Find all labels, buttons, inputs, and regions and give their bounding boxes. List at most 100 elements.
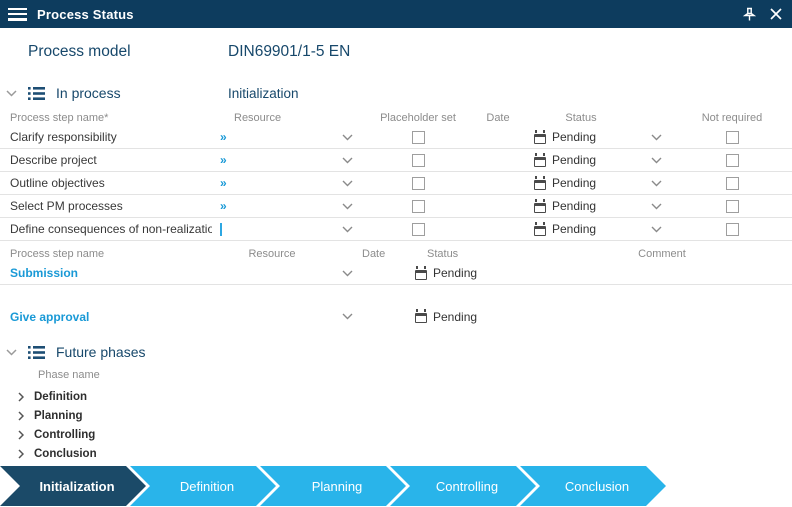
chevron-down-icon[interactable] xyxy=(6,348,18,356)
status-label: Pending xyxy=(552,153,597,167)
status-cell[interactable]: Pending xyxy=(522,129,640,144)
status-label: Pending xyxy=(433,309,478,324)
resource-link[interactable]: » xyxy=(220,199,227,213)
placeholder-set-checkbox[interactable] xyxy=(411,130,425,144)
status-cell[interactable]: Pending xyxy=(522,175,640,190)
chevron-down-icon[interactable] xyxy=(640,203,672,210)
resource-link[interactable]: » xyxy=(220,153,227,167)
col-status: Status xyxy=(427,248,459,260)
status-cell[interactable]: Pending xyxy=(522,221,640,236)
col-process-step-name: Process step name xyxy=(10,248,105,260)
table-row: Select PM processes » Pending xyxy=(0,195,792,218)
table-row: Describe project » Pending xyxy=(0,149,792,172)
phase-name-column-header: Phase name xyxy=(38,369,100,381)
status-cell[interactable]: Pending xyxy=(407,309,532,324)
chevron-down-icon[interactable] xyxy=(332,134,362,141)
col-placeholder-set: Placeholder set xyxy=(380,111,456,124)
placeholder-set-checkbox[interactable] xyxy=(411,222,425,236)
future-phase-item[interactable]: Planning xyxy=(0,406,792,425)
status-cell[interactable]: Pending xyxy=(522,152,640,167)
not-required-checkbox[interactable] xyxy=(725,153,739,167)
phase-arrow[interactable]: Definition xyxy=(130,466,276,506)
phase-name: Conclusion xyxy=(34,447,97,460)
phase-name: Definition xyxy=(34,390,88,403)
process-list-icon xyxy=(28,345,45,359)
placeholder-set-checkbox[interactable] xyxy=(411,153,425,167)
window-title: Process Status xyxy=(37,6,134,22)
col-not-required: Not required xyxy=(701,111,763,124)
table-row: Clarify responsibility » Pending xyxy=(0,126,792,149)
chevron-right-icon xyxy=(18,429,24,440)
col-comment: Comment xyxy=(638,248,686,260)
step-name: Outline objectives xyxy=(10,176,105,190)
titlebar: Process Status xyxy=(0,0,792,28)
future-phases-section-header[interactable]: Future phases xyxy=(0,342,792,362)
status-label: Pending xyxy=(433,266,478,280)
chevron-down-icon[interactable] xyxy=(6,89,18,97)
not-required-checkbox[interactable] xyxy=(725,176,739,190)
status-label: Pending xyxy=(552,199,597,213)
calendar-icon xyxy=(415,309,427,323)
resource-link[interactable]: » xyxy=(220,176,227,190)
phase-arrow[interactable]: Planning xyxy=(260,466,406,506)
process-status-window: Process Status Process model DIN69901/1-… xyxy=(0,0,792,507)
step-name-link[interactable]: Give approval xyxy=(0,310,212,324)
resource-link[interactable]: » xyxy=(220,130,227,144)
chevron-down-icon[interactable] xyxy=(640,134,672,141)
phase-arrow[interactable]: Initialization xyxy=(0,466,146,506)
col-process-step-name: Process step name* xyxy=(10,111,109,124)
table-row: Define consequences of non-realization P… xyxy=(0,218,792,241)
step-name: Clarify responsibility xyxy=(10,130,117,144)
future-phases-title: Future phases xyxy=(56,344,146,360)
process-list-icon xyxy=(28,86,45,100)
placeholder-set-checkbox[interactable] xyxy=(411,199,425,213)
phase-arrow[interactable]: Conclusion xyxy=(520,466,666,506)
chevron-down-icon[interactable] xyxy=(332,226,362,233)
approval-table: Process step name Resource Date Status C… xyxy=(0,246,792,328)
phase-name: Controlling xyxy=(34,428,96,441)
calendar-icon xyxy=(415,265,427,280)
step-name: Define consequences of non-realization xyxy=(10,222,212,236)
pin-icon[interactable] xyxy=(743,7,756,22)
chevron-down-icon[interactable] xyxy=(332,270,362,277)
process-model-label: Process model xyxy=(28,43,131,60)
chevron-right-icon xyxy=(18,391,24,402)
status-cell[interactable]: Pending xyxy=(522,198,640,213)
future-phases-list: Definition Planning Controlling Conclusi… xyxy=(0,387,792,463)
menu-icon[interactable] xyxy=(8,7,27,21)
in-process-table: Process step name* Resource Placeholder … xyxy=(0,109,792,241)
chevron-down-icon[interactable] xyxy=(332,180,362,187)
future-phase-item[interactable]: Controlling xyxy=(0,425,792,444)
text-cursor[interactable] xyxy=(220,223,222,237)
chevron-down-icon[interactable] xyxy=(640,226,672,233)
step-name-link[interactable]: Submission xyxy=(0,266,212,280)
in-process-section-header[interactable]: In process Initialization xyxy=(0,83,792,103)
table-row: Give approval Pending xyxy=(0,305,792,328)
status-label: Pending xyxy=(552,222,597,236)
col-status: Status xyxy=(565,111,597,124)
table-row: Outline objectives » Pending xyxy=(0,172,792,195)
future-phase-item[interactable]: Conclusion xyxy=(0,444,792,463)
placeholder-set-checkbox[interactable] xyxy=(411,176,425,190)
calendar-icon xyxy=(534,175,546,190)
col-resource: Resource xyxy=(248,248,296,260)
process-model-row: Process model DIN69901/1-5 EN xyxy=(0,43,792,61)
chevron-down-icon[interactable] xyxy=(332,157,362,164)
chevron-down-icon[interactable] xyxy=(332,313,362,320)
not-required-checkbox[interactable] xyxy=(725,222,739,236)
approval-table-header: Process step name Resource Date Status C… xyxy=(0,246,792,262)
process-model-value[interactable]: DIN69901/1-5 EN xyxy=(228,43,350,61)
calendar-icon xyxy=(534,129,546,144)
status-cell[interactable]: Pending xyxy=(407,265,532,280)
chevron-down-icon[interactable] xyxy=(640,180,672,187)
status-label: Pending xyxy=(552,176,597,190)
not-required-checkbox[interactable] xyxy=(725,130,739,144)
chevron-down-icon[interactable] xyxy=(640,157,672,164)
chevron-down-icon[interactable] xyxy=(332,203,362,210)
close-icon[interactable] xyxy=(770,8,782,20)
future-phase-item[interactable]: Definition xyxy=(0,387,792,406)
phase-arrow[interactable]: Controlling xyxy=(390,466,536,506)
not-required-checkbox[interactable] xyxy=(725,199,739,213)
table-row: Submission Pending xyxy=(0,262,792,285)
in-process-table-header: Process step name* Resource Placeholder … xyxy=(0,109,792,126)
